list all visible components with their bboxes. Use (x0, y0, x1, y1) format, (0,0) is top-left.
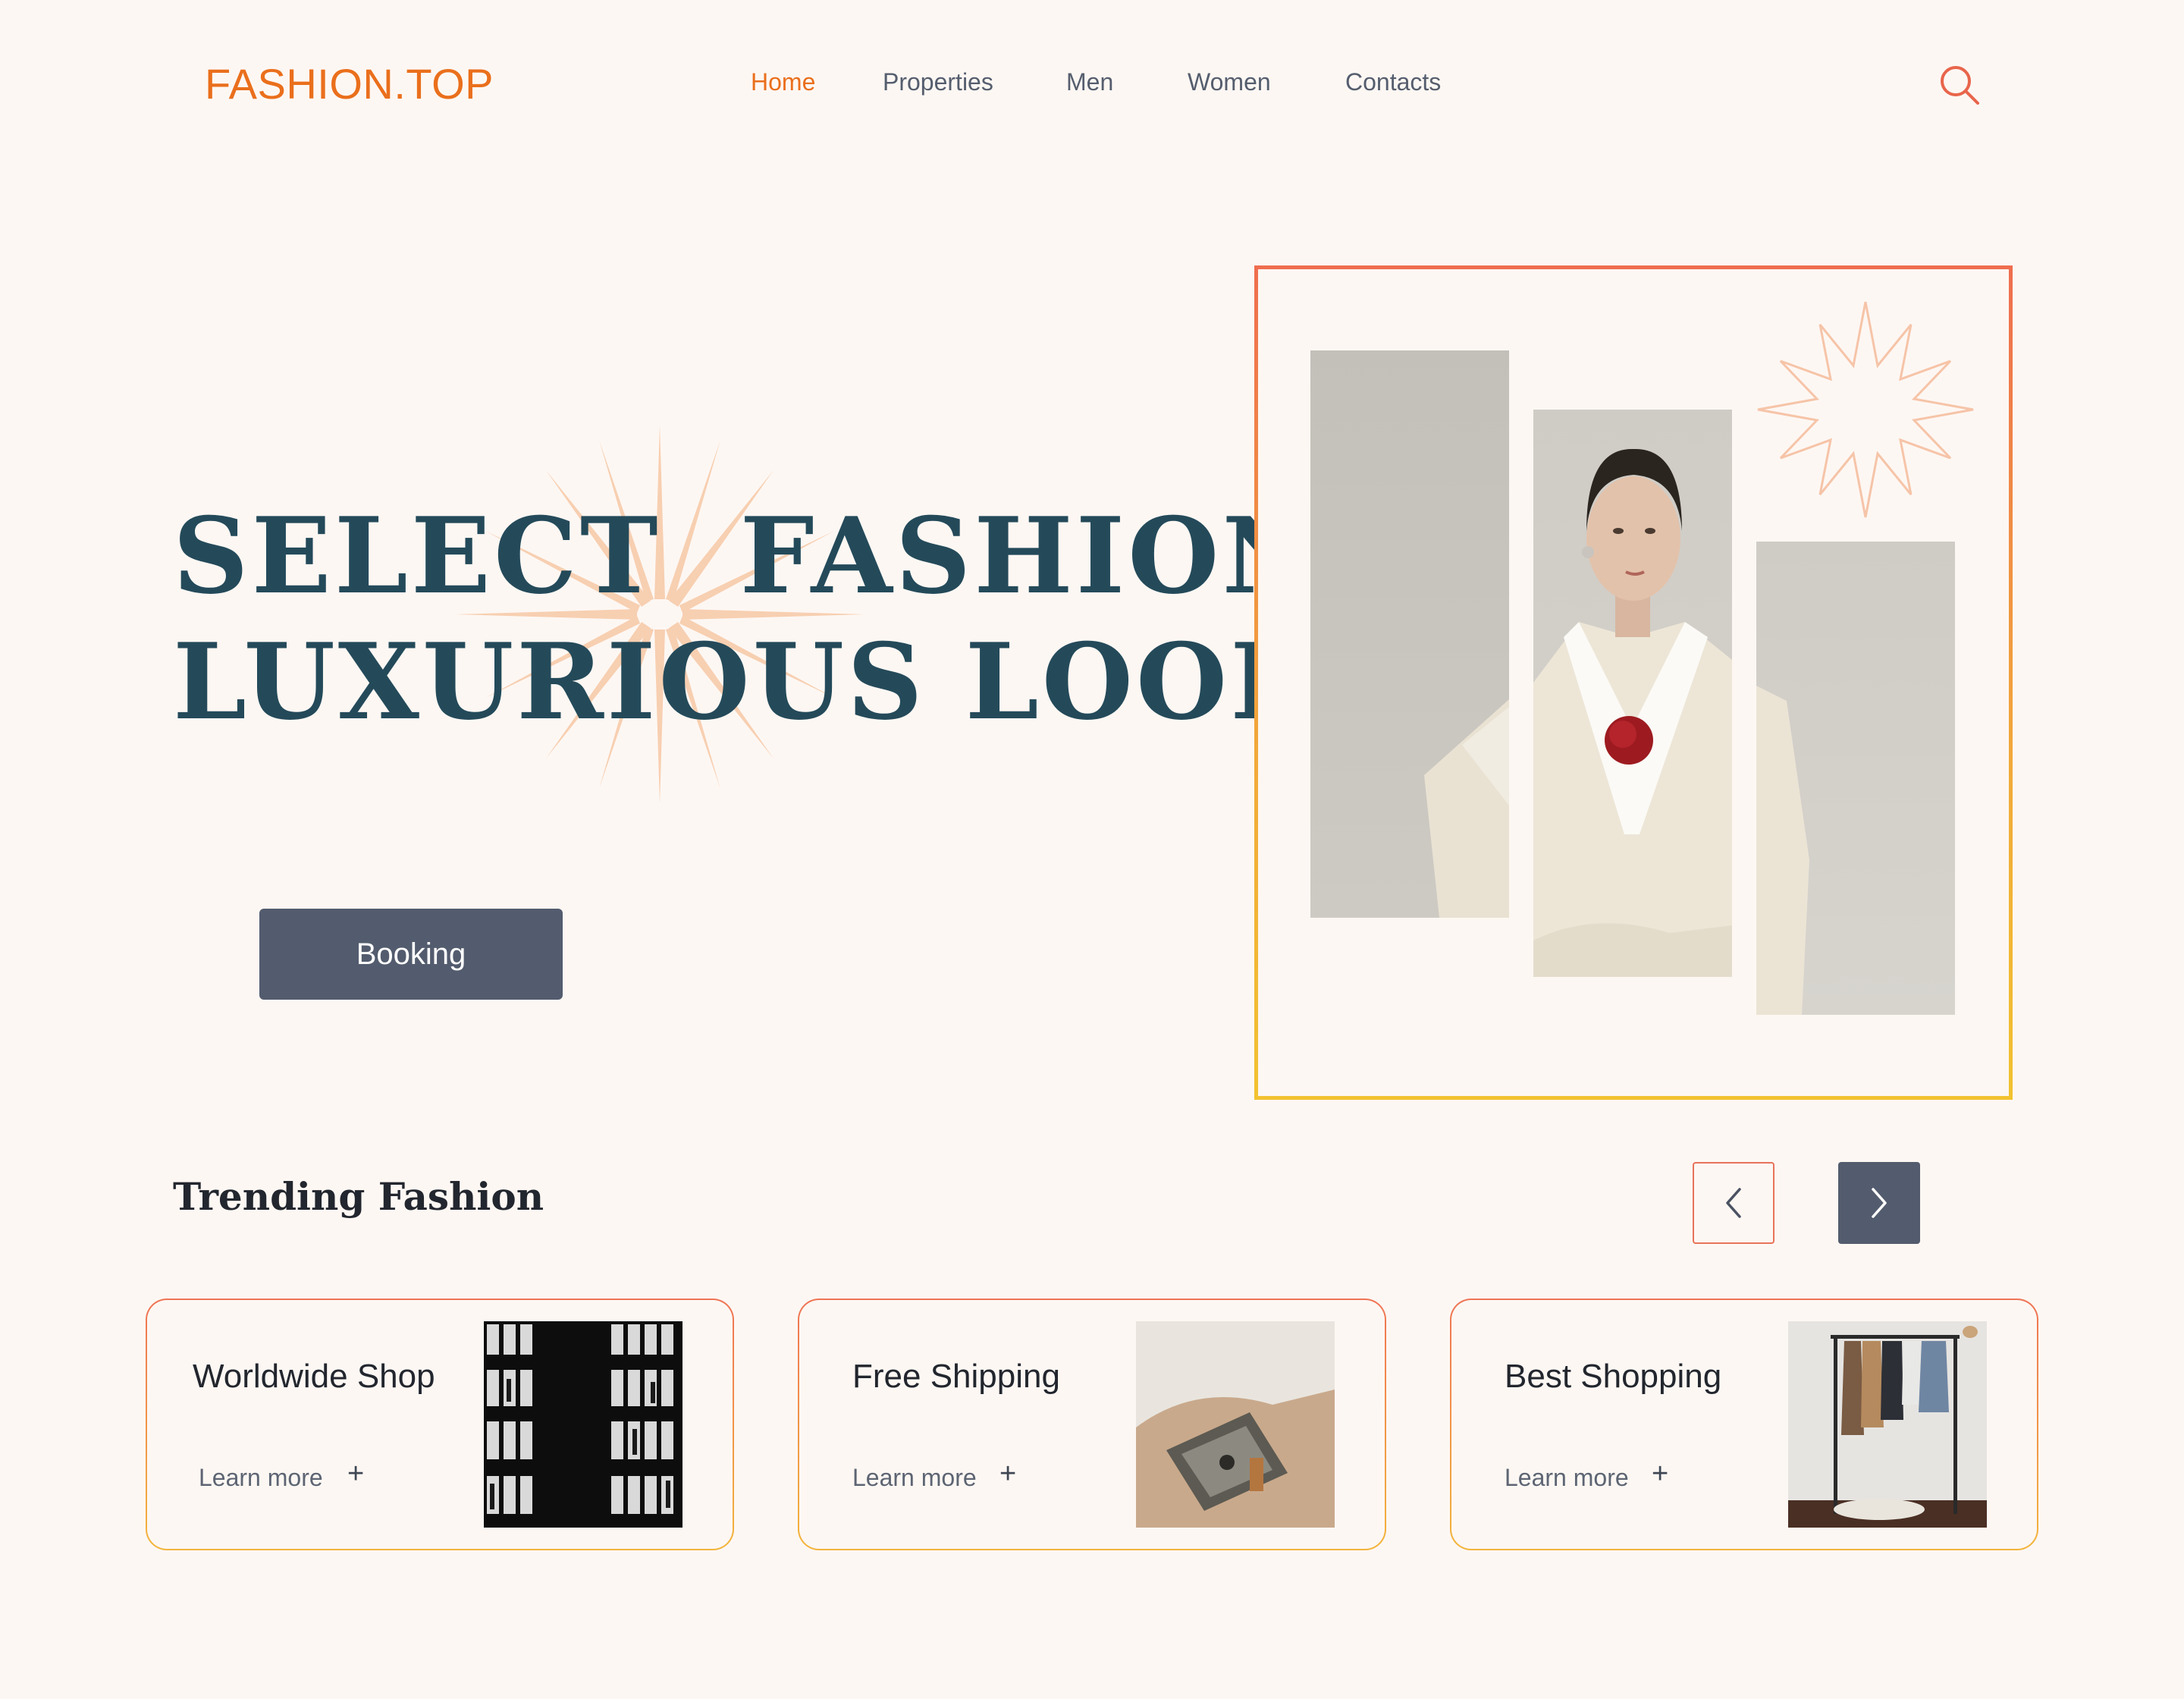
plus-icon[interactable]: + (999, 1458, 1016, 1490)
model-photo-left (1310, 350, 1509, 918)
bag-and-coat-photo (1136, 1321, 1335, 1528)
hero-title: SELECT FASHION LUXURIOUS LOOKS (173, 493, 1403, 745)
card-title: Best Shopping (1505, 1358, 1722, 1395)
booking-button[interactable]: Booking (259, 909, 563, 1000)
nav-item-men[interactable]: Men (1066, 68, 1113, 96)
feature-card-free-shipping[interactable]: Free Shipping Learn more + (798, 1299, 1386, 1550)
nav-item-home[interactable]: Home (751, 68, 815, 96)
plus-icon[interactable]: + (347, 1458, 364, 1490)
hero-title-line-1: SELECT FASHION (173, 494, 1321, 617)
hero-title-line-2: LUXURIOUS LOOKS (173, 620, 1403, 743)
chevron-right-icon (1872, 1188, 1887, 1218)
card-title: Free Shipping (852, 1358, 1060, 1395)
chevron-left-icon (1726, 1188, 1741, 1218)
learn-more-link[interactable]: Learn more (852, 1464, 977, 1492)
clothing-rack-photo (1788, 1321, 1987, 1528)
model-photo-center (1533, 410, 1732, 977)
card-title: Worldwide Shop (193, 1358, 435, 1395)
site-logo[interactable]: FASHION.TOP (205, 59, 494, 108)
nav-item-contacts[interactable]: Contacts (1345, 68, 1441, 96)
carousel-next-button[interactable] (1838, 1162, 1920, 1244)
building-windows-photo (484, 1321, 682, 1528)
learn-more-link[interactable]: Learn more (199, 1464, 323, 1492)
carousel-prev-button[interactable] (1693, 1162, 1774, 1244)
outline-star-decoration (1757, 301, 1974, 518)
feature-card-best-shopping[interactable]: Best Shopping Learn more + (1450, 1299, 2038, 1550)
model-photo-right (1756, 542, 1955, 1015)
nav-item-women[interactable]: Women (1188, 68, 1271, 96)
plus-icon[interactable]: + (1652, 1458, 1668, 1490)
nav-item-properties[interactable]: Properties (883, 68, 993, 96)
learn-more-link[interactable]: Learn more (1505, 1464, 1629, 1492)
search-icon[interactable] (1938, 64, 1981, 106)
feature-card-worldwide-shop[interactable]: Worldwide Shop Learn more + (146, 1299, 734, 1550)
trending-title: Trending Fashion (173, 1174, 544, 1219)
